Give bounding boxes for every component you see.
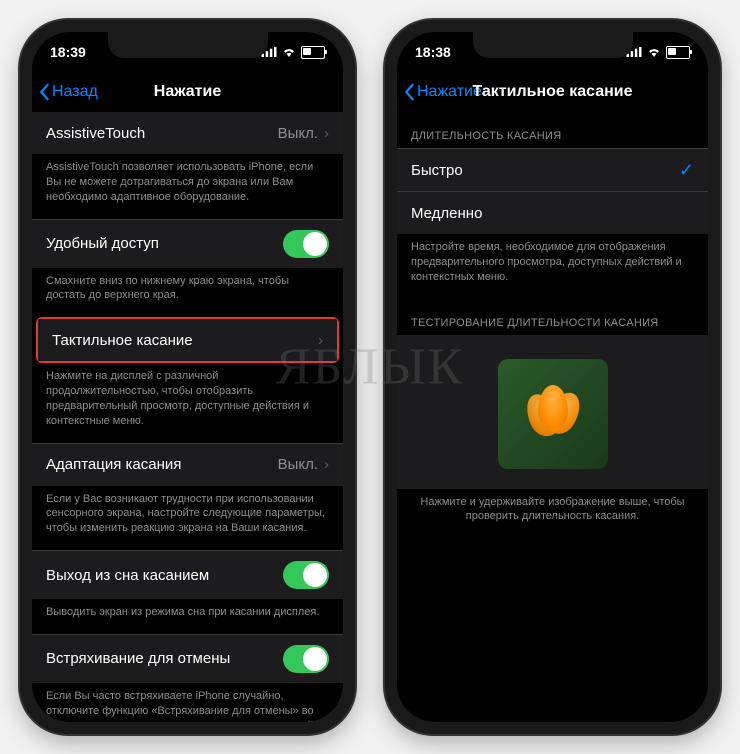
section-footer: Нажмите и удерживайте изображение выше, … — [397, 489, 708, 539]
toggle-on[interactable] — [283, 230, 329, 258]
section-header: ДЛИТЕЛЬНОСТЬ КАСАНИЯ — [397, 112, 708, 148]
status-time: 18:38 — [415, 44, 451, 60]
toggle-on[interactable] — [283, 645, 329, 673]
row-label: Выход из сна касанием — [46, 567, 209, 584]
test-area — [397, 335, 708, 489]
option-label: Быстро — [411, 162, 463, 179]
back-label: Назад — [52, 83, 98, 101]
row-label: AssistiveTouch — [46, 125, 145, 142]
flower-icon — [518, 379, 588, 449]
row-value: Выкл. — [278, 456, 318, 473]
wifi-icon — [646, 47, 662, 57]
row-footer: Если Вы часто встряхиваете iPhone случай… — [32, 683, 343, 722]
checkmark-icon: ✓ — [679, 160, 694, 181]
row-assistivetouch[interactable]: AssistiveTouch Выкл. › — [32, 112, 343, 154]
status-time: 18:39 — [50, 44, 86, 60]
row-label: Тактильное касание — [52, 332, 193, 349]
nav-bar: Нажатие Тактильное касание — [397, 72, 708, 112]
row-footer: Нажмите на дисплей с различной продолжит… — [32, 363, 343, 442]
row-footer: Если у Вас возникают трудности при испол… — [32, 486, 343, 551]
battery-icon — [301, 46, 325, 59]
back-button[interactable]: Назад — [38, 83, 98, 101]
row-tap-to-wake[interactable]: Выход из сна касанием — [32, 550, 343, 599]
battery-icon — [666, 46, 690, 59]
chevron-right-icon: › — [324, 125, 329, 142]
test-image[interactable] — [498, 359, 608, 469]
row-value: Выкл. — [278, 125, 318, 142]
row-touch-accommodations[interactable]: Адаптация касания Выкл. › — [32, 443, 343, 486]
back-button[interactable]: Нажатие — [403, 83, 482, 101]
notch — [108, 32, 268, 58]
row-label: Удобный доступ — [46, 235, 159, 252]
row-footer: Выводить экран из режима сна при касании… — [32, 599, 343, 634]
chevron-right-icon: › — [324, 456, 329, 473]
row-footer: AssistiveTouch позволяет использовать iP… — [32, 154, 343, 219]
option-slow[interactable]: Медленно — [397, 191, 708, 234]
status-indicators — [261, 46, 325, 59]
row-haptic-touch[interactable]: Тактильное касание › — [38, 319, 337, 361]
wifi-icon — [281, 47, 297, 57]
phone-left: 18:39 Назад Нажатие AssistiveTouch Выкл.… — [20, 20, 355, 734]
row-shake-to-undo[interactable]: Встряхивание для отмены — [32, 634, 343, 683]
notch — [473, 32, 633, 58]
row-label: Встряхивание для отмены — [46, 650, 230, 667]
chevron-left-icon — [403, 83, 415, 101]
row-label: Адаптация касания — [46, 456, 181, 473]
back-label: Нажатие — [417, 83, 482, 101]
toggle-on[interactable] — [283, 561, 329, 589]
row-reachability[interactable]: Удобный доступ — [32, 219, 343, 268]
chevron-left-icon — [38, 83, 50, 101]
phone-right: 18:38 Нажатие Тактильное касание ДЛИТЕЛЬ… — [385, 20, 720, 734]
section-footer: Настройте время, необходимое для отображ… — [397, 234, 708, 299]
section-header: ТЕСТИРОВАНИЕ ДЛИТЕЛЬНОСТИ КАСАНИЯ — [397, 299, 708, 335]
nav-bar: Назад Нажатие — [32, 72, 343, 112]
option-label: Медленно — [411, 205, 482, 222]
row-footer: Смахните вниз по нижнему краю экрана, чт… — [32, 268, 343, 318]
highlight-box: Тактильное касание › — [36, 317, 339, 363]
option-fast[interactable]: Быстро ✓ — [397, 148, 708, 191]
status-indicators — [626, 46, 690, 59]
chevron-right-icon: › — [318, 332, 323, 349]
